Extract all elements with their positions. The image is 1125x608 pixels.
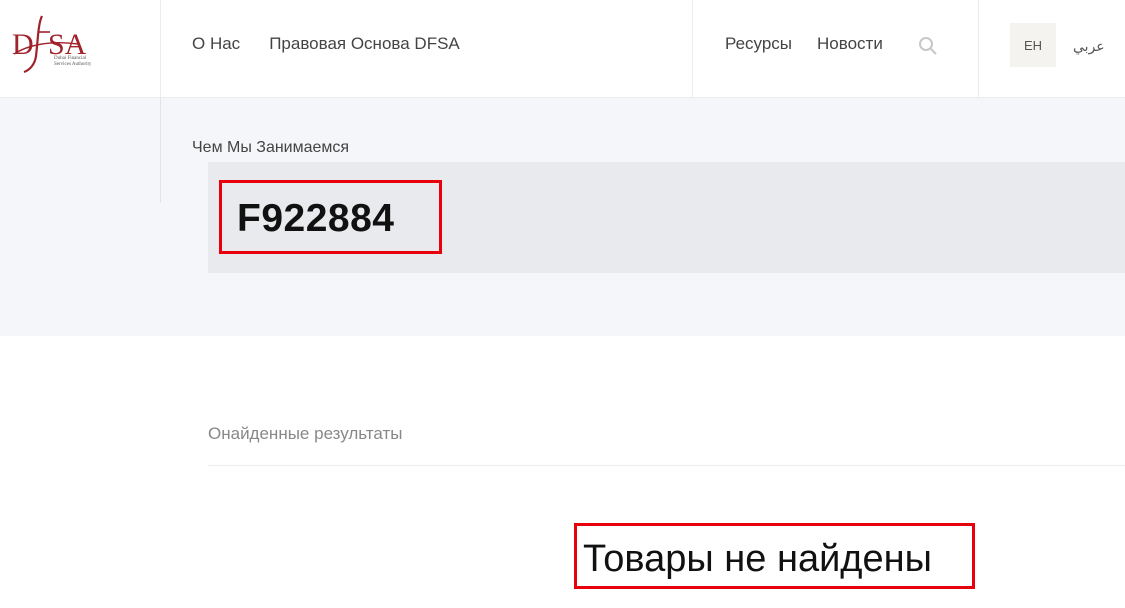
main-nav: О Нас Правовая Основа DFSA bbox=[192, 34, 460, 54]
results-label: Онайденные результаты bbox=[208, 424, 403, 443]
logo-subtitle-line: Services Authority bbox=[54, 62, 92, 67]
breadcrumb[interactable]: Чем Мы Занимаемся bbox=[192, 139, 349, 157]
nav-legal-framework[interactable]: Правовая Основа DFSA bbox=[269, 34, 460, 54]
search-query-panel: F922884 bbox=[208, 162, 1125, 273]
search-hero: Чем Мы Занимаемся F922884 bbox=[0, 98, 1125, 336]
site-header: D SA Dubai Financial Services Authority … bbox=[0, 0, 1125, 98]
nav-news[interactable]: Новости bbox=[817, 34, 883, 54]
logo-cell: D SA Dubai Financial Services Authority bbox=[0, 0, 161, 98]
search-icon[interactable] bbox=[918, 36, 938, 56]
nav-resources[interactable]: Ресурсы bbox=[725, 34, 792, 54]
secondary-nav: Ресурсы Новости bbox=[725, 34, 883, 54]
search-query-text: F922884 bbox=[237, 197, 395, 240]
lang-ar-button[interactable]: عربي bbox=[1073, 38, 1105, 55]
divider bbox=[160, 98, 161, 203]
secondary-nav-cell: Ресурсы Новости bbox=[692, 0, 979, 98]
no-results-message: Товары не найдены bbox=[583, 538, 932, 580]
logo-subtitle: Dubai Financial Services Authority bbox=[54, 56, 114, 68]
highlight-box: Товары не найдены bbox=[574, 523, 975, 589]
lang-en-button[interactable]: EH bbox=[1010, 23, 1056, 67]
highlight-box: F922884 bbox=[219, 180, 442, 254]
results-divider bbox=[208, 465, 1125, 466]
svg-text:D: D bbox=[12, 28, 34, 61]
nav-about[interactable]: О Нас bbox=[192, 34, 240, 54]
